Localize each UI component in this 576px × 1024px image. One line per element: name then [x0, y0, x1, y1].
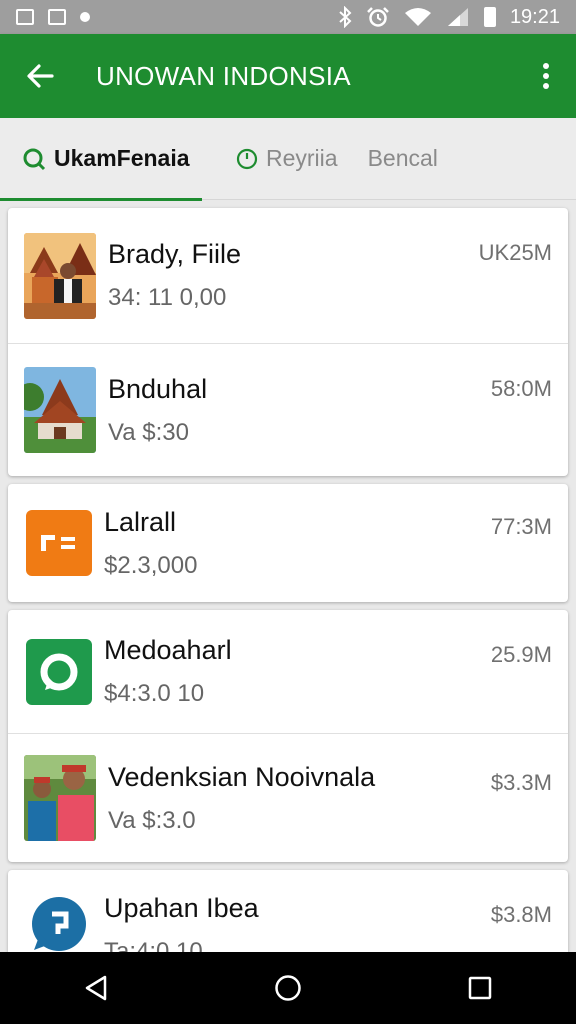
screen-notification-icon: [48, 9, 66, 25]
list-item[interactable]: Brady, Fiile 34: 11 0,00 UK25M: [8, 208, 568, 344]
status-time: 19:21: [509, 5, 560, 28]
nav-home-button[interactable]: [258, 958, 318, 1018]
more-vert-icon: [543, 63, 549, 89]
tab-label: Reyriia: [266, 145, 338, 171]
pagoda-photo-thumb: [24, 367, 96, 453]
tab-label: Bencal: [367, 145, 438, 171]
screen: 19:21 UNOWAN INDONSIA UkamFenaia Reyriia…: [0, 0, 576, 1024]
list-item[interactable]: Medoaharl $4:3.0 10 25.9M: [8, 610, 568, 734]
blue-chat-icon: [26, 892, 92, 958]
tab-reyriia[interactable]: Reyriia: [202, 118, 338, 200]
overflow-menu-button[interactable]: [516, 34, 576, 118]
item-title: Bnduhal: [108, 373, 208, 404]
item-price: $2.3,000: [104, 551, 198, 579]
list-card: Lalrall $2.3,000 77:3M: [8, 484, 568, 602]
item-size: 58:0M: [490, 376, 552, 401]
item-size: 25.9M: [490, 642, 552, 667]
app-bar: UNOWAN INDONSIA: [0, 34, 576, 118]
list-item[interactable]: Vedenksian Nooivnala Va $:3.0 $3.3M: [8, 734, 568, 862]
list-card: Medoaharl $4:3.0 10 25.9M Vedenksian Noo…: [8, 610, 568, 862]
nav-back-button[interactable]: [66, 958, 126, 1018]
dot-notification-icon: [80, 12, 90, 22]
nav-recents-button[interactable]: [450, 958, 510, 1018]
alarm-icon: [367, 7, 389, 27]
system-nav-bar: [0, 952, 576, 1024]
list-card: Brady, Fiile 34: 11 0,00 UK25M Bnduhal V…: [8, 208, 568, 476]
item-price: $4:3.0 10: [104, 680, 205, 707]
triangle-back-icon: [85, 975, 107, 1001]
tab-bencal[interactable]: Bencal: [338, 118, 438, 200]
list-item[interactable]: Bnduhal Va $:30 58:0M: [8, 344, 568, 476]
back-button[interactable]: [0, 34, 80, 118]
list-item[interactable]: Lalrall $2.3,000 77:3M: [8, 484, 568, 602]
tab-label: UkamFenaia: [54, 145, 190, 171]
item-title: Upahan Ibea: [104, 892, 259, 923]
arrow-back-icon: [27, 64, 54, 88]
item-price: Va $:30: [108, 418, 189, 446]
app-list: Brady, Fiile 34: 11 0,00 UK25M Bnduhal V…: [8, 208, 568, 978]
item-price: 34: 11 0,00: [108, 284, 227, 311]
clock-icon: [236, 148, 258, 169]
status-bar: 19:21: [0, 0, 576, 34]
item-size: $3.8M: [490, 902, 552, 927]
item-size: 77:3M: [490, 514, 552, 539]
people-photo-thumb: [24, 755, 96, 841]
search-icon: [23, 148, 46, 170]
item-title: Lalrall: [104, 506, 177, 537]
wifi-icon: [404, 8, 431, 26]
item-title: Brady, Fiile: [108, 239, 242, 269]
signal-icon: [447, 8, 468, 26]
item-size: UK25M: [478, 240, 552, 265]
square-recents-icon: [468, 976, 492, 1000]
green-chat-icon: [26, 638, 92, 705]
circle-home-icon: [275, 975, 301, 1001]
bluetooth-icon: [339, 6, 352, 28]
page-title: UNOWAN INDONSIA: [96, 60, 351, 91]
temple-photo-thumb: [24, 232, 96, 319]
tab-bar: UkamFenaia Reyriia Bencal: [0, 118, 576, 201]
orange-app-icon: [26, 510, 92, 576]
gallery-notification-icon: [16, 9, 34, 25]
battery-icon: [483, 7, 496, 27]
item-price: Va $:3.0: [108, 806, 196, 834]
tab-ukamfenaia[interactable]: UkamFenaia: [0, 118, 202, 201]
item-title: Medoaharl: [104, 635, 232, 665]
item-size: $3.3M: [490, 770, 552, 795]
item-title: Vedenksian Nooivnala: [108, 761, 376, 792]
